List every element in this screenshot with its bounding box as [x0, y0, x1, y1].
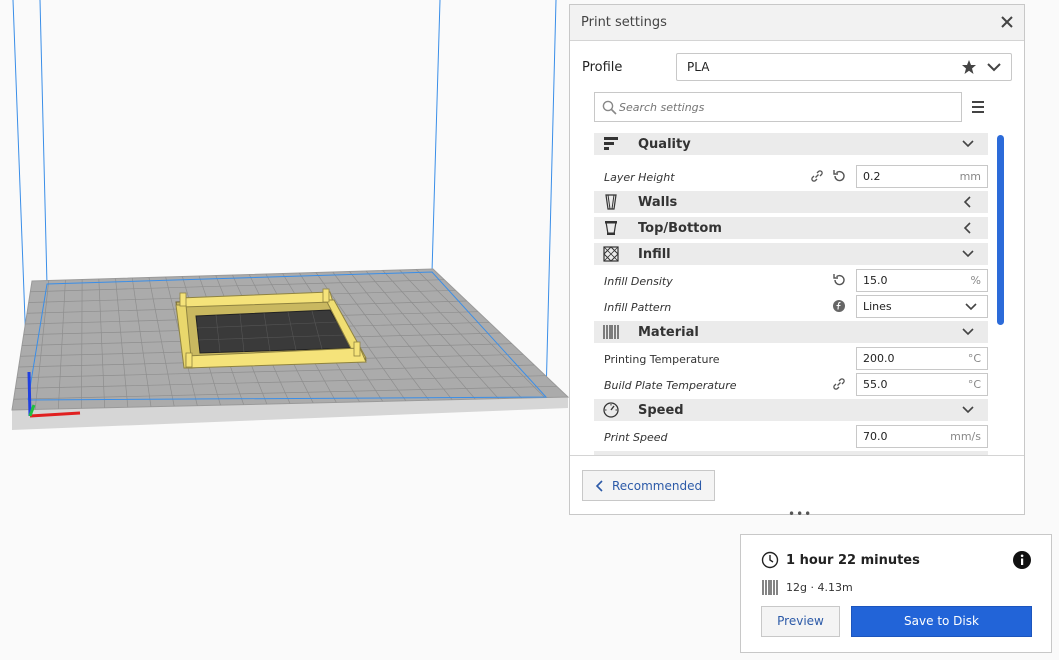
recommended-button[interactable]: Recommended: [582, 470, 715, 501]
setting-value: 200.0: [863, 352, 895, 365]
setting-label: Infill Density: [604, 275, 673, 288]
preview-button[interactable]: Preview: [761, 606, 840, 637]
category-quality[interactable]: Quality: [594, 133, 988, 155]
model-post: [353, 341, 361, 357]
setting-value: 0.2: [863, 170, 881, 183]
category-speed[interactable]: Speed: [594, 399, 988, 421]
category-infill[interactable]: Infill: [594, 243, 988, 265]
speed-icon: [603, 402, 619, 418]
chevron-left-icon: [963, 196, 971, 208]
settings-scrollbar[interactable]: [997, 135, 1004, 325]
category-label: Material: [638, 325, 699, 340]
setting-label: Printing Temperature: [604, 353, 720, 366]
setting-unit: mm/s: [950, 430, 981, 443]
clock-icon: [761, 551, 779, 569]
chevron-down-icon: [965, 303, 977, 311]
reset-icon[interactable]: [832, 169, 846, 183]
settings-menu-icon[interactable]: [970, 99, 986, 115]
setting-unit: °C: [967, 378, 981, 391]
material-icon: [603, 325, 619, 339]
setting-layer-height: Layer Height 0.2 mm: [594, 164, 988, 190]
category-label: Speed: [638, 403, 684, 418]
setting-value: Lines: [863, 300, 892, 313]
print-speed-input[interactable]: 70.0 mm/s: [856, 425, 988, 448]
category-label: Top/Bottom: [638, 221, 722, 236]
close-icon: [1001, 16, 1013, 28]
chevron-down-icon: [962, 140, 974, 148]
category-top-bottom[interactable]: Top/Bottom: [594, 217, 988, 239]
panel-resize-handle[interactable]: •••: [788, 507, 812, 521]
recommended-label: Recommended: [612, 479, 703, 493]
chevron-down-icon: [987, 63, 1001, 72]
setting-infill-density: Infill Density 15.0 %: [594, 268, 988, 294]
chevron-down-icon: [962, 406, 974, 414]
panel-title: Print settings: [581, 15, 667, 30]
setting-value: 15.0: [863, 274, 888, 287]
info-icon[interactable]: [1012, 550, 1032, 570]
save-to-disk-button[interactable]: Save to Disk: [851, 606, 1032, 637]
chevron-left-icon: [595, 480, 603, 492]
setting-print-speed: Print Speed 70.0 mm/s: [594, 424, 988, 450]
infill-icon: [603, 246, 619, 262]
link-icon[interactable]: [832, 377, 846, 391]
panel-header: Print settings: [570, 5, 1024, 41]
setting-label: Build Plate Temperature: [604, 379, 737, 392]
setting-unit: %: [970, 274, 981, 287]
category-label: Walls: [638, 195, 678, 210]
build-plate-temperature-input[interactable]: 55.0 °C: [856, 373, 988, 396]
model-post: [185, 352, 193, 368]
category-label: Infill: [638, 247, 671, 262]
volume-edge: [545, 0, 557, 398]
infill-density-input[interactable]: 15.0 %: [856, 269, 988, 292]
print-time: 1 hour 22 minutes: [786, 553, 920, 568]
printing-temperature-input[interactable]: 200.0 °C: [856, 347, 988, 370]
layer-height-input[interactable]: 0.2 mm: [856, 165, 988, 188]
panel-footer: Recommended: [570, 455, 1024, 514]
job-specs-panel: 1 hour 22 minutes 12g · 4.13m Preview Sa…: [740, 534, 1052, 653]
setting-label: Layer Height: [604, 171, 675, 184]
setting-unit: mm: [959, 170, 981, 183]
close-button[interactable]: [998, 13, 1016, 31]
profile-label: Profile: [582, 60, 623, 75]
profile-value: PLA: [687, 60, 710, 74]
print-settings-panel: Print settings Profile PLA Quality Layer…: [569, 4, 1025, 515]
infill-pattern-select[interactable]: Lines: [856, 295, 988, 318]
chevron-down-icon: [962, 250, 974, 258]
volume-edge: [431, 0, 441, 273]
search-icon: [602, 100, 617, 115]
category-walls[interactable]: Walls: [594, 191, 988, 213]
setting-value: 70.0: [863, 430, 888, 443]
model-post: [179, 292, 187, 307]
profile-select[interactable]: PLA: [676, 53, 1012, 81]
setting-printing-temperature: Printing Temperature 200.0 °C: [594, 346, 988, 372]
search-box[interactable]: [594, 92, 962, 122]
top-bottom-icon: [605, 221, 617, 235]
material-spool-icon: [762, 580, 778, 595]
setting-unit: °C: [967, 352, 981, 365]
z-axis-indicator: [27, 371, 32, 417]
link-icon[interactable]: [810, 169, 824, 183]
star-icon[interactable]: [961, 59, 977, 75]
model-post: [322, 288, 330, 303]
search-input[interactable]: [619, 97, 949, 117]
category-material[interactable]: Material: [594, 321, 988, 343]
volume-edge: [39, 0, 48, 286]
category-label: Quality: [638, 137, 691, 152]
function-icon[interactable]: [832, 299, 846, 313]
material-estimate: 12g · 4.13m: [786, 581, 853, 594]
setting-label: Print Speed: [604, 431, 668, 444]
setting-build-plate-temperature: Build Plate Temperature 55.0 °C: [594, 372, 988, 398]
setting-label: Infill Pattern: [604, 301, 672, 314]
setting-value: 55.0: [863, 378, 888, 391]
settings-list: Quality Layer Height 0.2 mm Walls Top/Bo…: [594, 133, 990, 457]
chevron-left-icon: [963, 222, 971, 234]
chevron-down-icon: [962, 328, 974, 336]
quality-icon: [604, 137, 618, 150]
walls-icon: [605, 194, 617, 210]
setting-infill-pattern: Infill Pattern Lines: [594, 294, 988, 320]
reset-icon[interactable]: [832, 273, 846, 287]
